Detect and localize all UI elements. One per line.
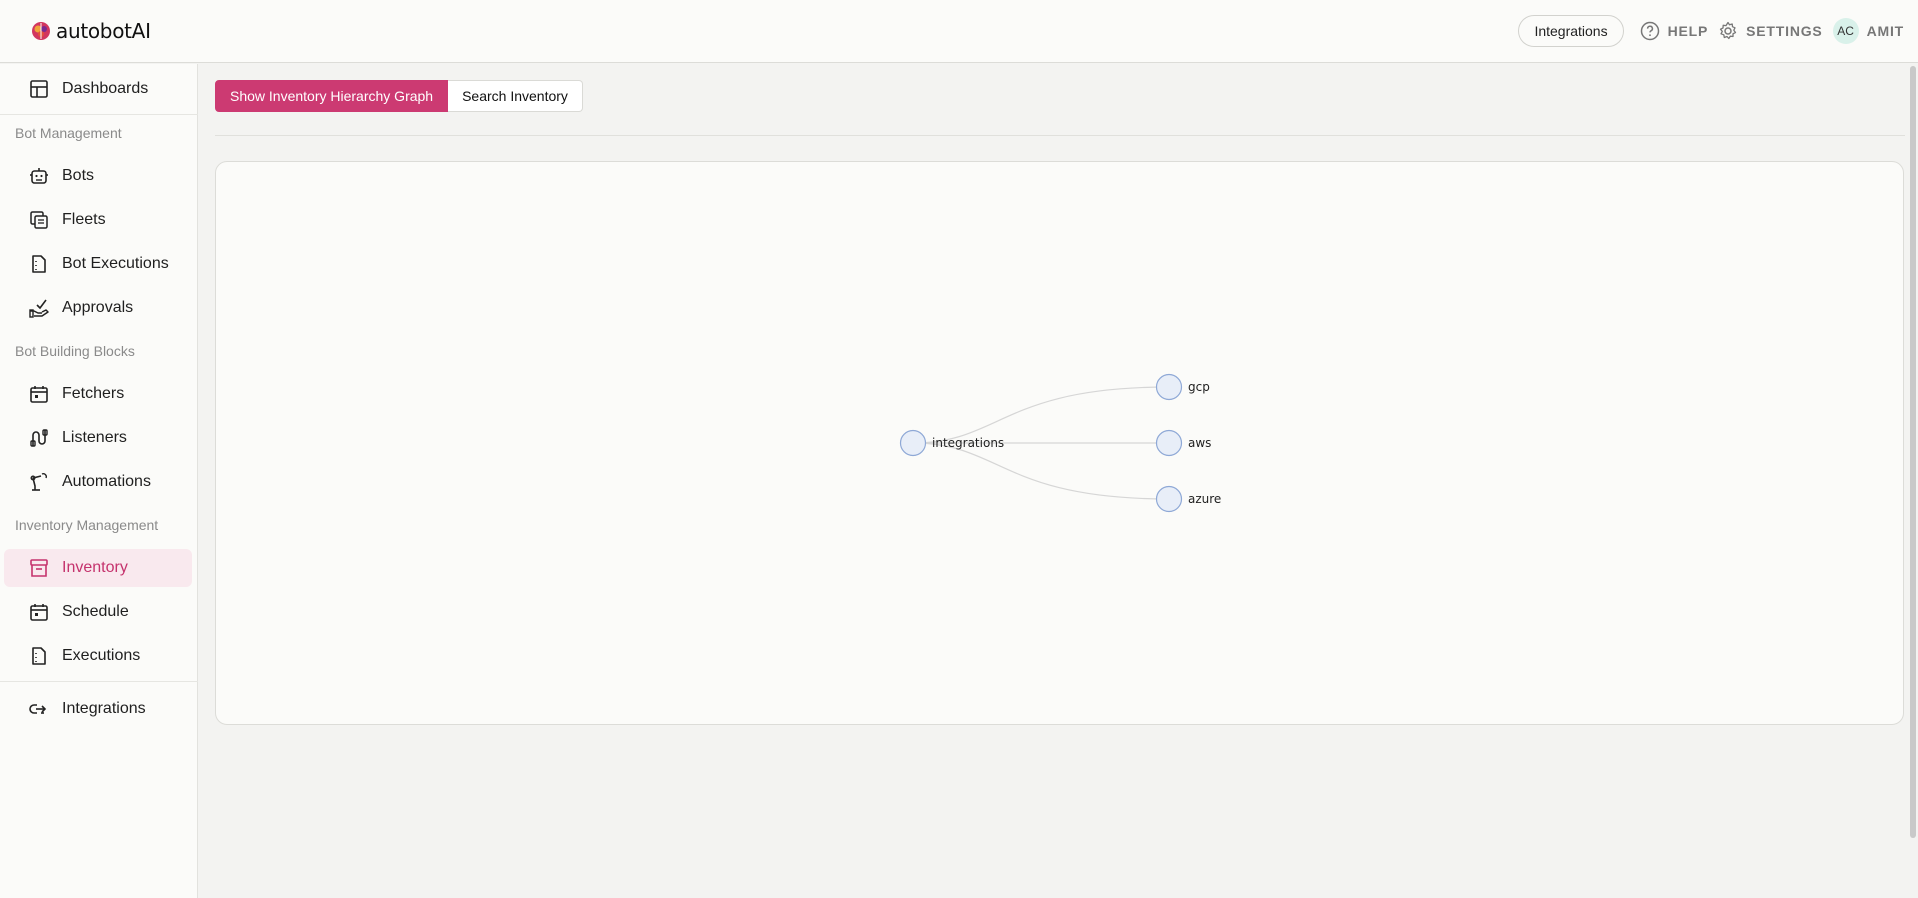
page-scrollbar[interactable]	[1910, 66, 1916, 838]
sidebar-divider	[0, 114, 198, 115]
sidebar-item-bot-executions[interactable]: Bot Executions	[4, 245, 192, 283]
inventory-hierarchy-graph[interactable]: integrations gcp aws azure	[215, 161, 1904, 725]
file-icon	[32, 647, 46, 665]
sidebar-item-fetchers[interactable]: Fetchers	[4, 375, 192, 413]
sidebar-item-executions[interactable]: Executions	[4, 637, 192, 675]
sidebar-item-schedule[interactable]: Schedule	[4, 593, 192, 631]
sidebar-item-label: Schedule	[62, 603, 129, 620]
graph-edge-azure	[912, 442, 1170, 500]
search-inventory-button[interactable]: Search Inventory	[448, 80, 583, 112]
sidebar-item-listeners[interactable]: Listeners	[4, 419, 192, 457]
sidebar-item-label: Executions	[62, 647, 141, 664]
sidebar-item-label: Fetchers	[62, 385, 125, 402]
calendar-icon	[30, 604, 48, 621]
listener-icon	[30, 429, 48, 447]
file-icon	[32, 255, 46, 273]
help-circle-icon	[1640, 21, 1659, 41]
header-actions: Integrations HELP SETTINGS AC AMIT	[1518, 15, 1904, 47]
graph-node-aws[interactable]: aws	[1155, 429, 1212, 457]
sidebar-item-integrations[interactable]: Integrations	[4, 690, 192, 728]
sidebar-divider	[0, 681, 198, 682]
graph-node-root[interactable]: integrations	[899, 429, 1005, 457]
node-label: azure	[1188, 492, 1221, 506]
help-link[interactable]: HELP	[1640, 21, 1709, 41]
sidebar-item-inventory[interactable]: Inventory	[4, 549, 192, 587]
brand-name: autobotAI	[56, 19, 151, 43]
help-label: HELP	[1667, 23, 1709, 39]
node-label: aws	[1188, 436, 1211, 450]
sidebar: Dashboards Bot Management Bots Fleets Bo…	[0, 64, 198, 898]
sidebar-item-automations[interactable]: Automations	[4, 463, 192, 501]
robotic-arm-icon	[30, 473, 47, 491]
sidebar-item-dashboards[interactable]: Dashboards	[4, 70, 192, 108]
node-label: gcp	[1188, 380, 1210, 394]
node-label: integrations	[932, 436, 1004, 450]
sidebar-item-label: Inventory	[62, 559, 128, 576]
calendar-icon	[30, 386, 48, 403]
approval-hand-icon	[29, 299, 49, 318]
sidebar-item-label: Fleets	[62, 211, 106, 228]
layout-icon	[30, 80, 48, 98]
sidebar-item-label: Approvals	[62, 299, 134, 316]
settings-link[interactable]: SETTINGS	[1718, 21, 1822, 41]
archive-icon	[30, 559, 48, 577]
brand-logo[interactable]: autobotAI	[30, 19, 151, 43]
sidebar-item-label: Bot Executions	[62, 255, 169, 272]
sidebar-item-approvals[interactable]: Approvals	[4, 289, 192, 327]
sidebar-item-fleets[interactable]: Fleets	[4, 201, 192, 239]
sidebar-item-bots[interactable]: Bots	[4, 157, 192, 195]
avatar[interactable]: AC	[1832, 18, 1859, 44]
graph-edge-gcp	[912, 386, 1170, 444]
user-name[interactable]: AMIT	[1867, 23, 1904, 39]
inventory-view-toggle: Show Inventory Hierarchy Graph Search In…	[215, 80, 583, 112]
top-header: autobotAI Integrations HELP SETTINGS AC …	[0, 0, 1918, 63]
section-bot-management: Bot Management	[15, 125, 122, 141]
graph-node-gcp[interactable]: gcp	[1155, 373, 1210, 401]
sidebar-item-label: Automations	[62, 473, 151, 490]
gear-icon	[1720, 21, 1737, 40]
graph-canvas[interactable]: integrations gcp aws azure	[216, 162, 1905, 726]
integrations-header-button[interactable]: Integrations	[1518, 15, 1624, 47]
graph-node-azure[interactable]: azure	[1155, 485, 1222, 513]
section-bot-building-blocks: Bot Building Blocks	[15, 343, 135, 359]
sidebar-item-label: Bots	[62, 167, 95, 184]
section-inventory-management: Inventory Management	[15, 517, 159, 533]
settings-label: SETTINGS	[1746, 23, 1823, 39]
brain-logo-icon	[32, 22, 50, 40]
sidebar-item-label: Listeners	[62, 429, 127, 446]
robot-icon	[30, 168, 48, 184]
sidebar-item-label: Dashboards	[62, 80, 149, 97]
show-hierarchy-graph-button[interactable]: Show Inventory Hierarchy Graph	[215, 80, 449, 112]
content-divider	[215, 135, 1905, 136]
fleet-icon	[30, 211, 48, 229]
integration-icon	[29, 704, 47, 714]
sidebar-item-label: Integrations	[62, 700, 146, 717]
